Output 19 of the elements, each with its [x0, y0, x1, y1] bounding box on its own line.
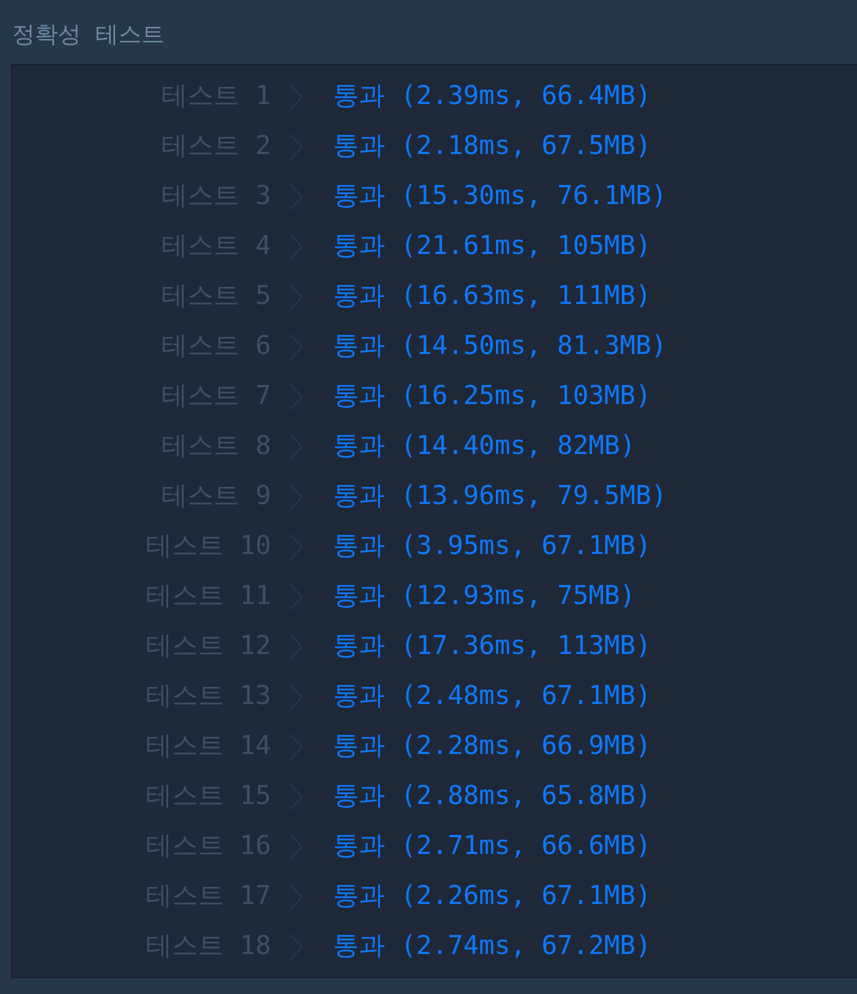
test-result: 통과 (3.95ms, 67.1MB) [333, 530, 652, 564]
test-result: 통과 (2.18ms, 67.5MB) [333, 130, 652, 164]
test-result: 통과 (2.48ms, 67.1MB) [333, 680, 652, 714]
test-result: 통과 (13.96ms, 79.5MB) [333, 480, 667, 514]
test-result: 통과 (17.36ms, 113MB) [333, 630, 652, 664]
test-result: 통과 (12.93ms, 75MB) [333, 580, 636, 614]
test-result: 통과 (2.74ms, 67.2MB) [333, 930, 652, 964]
test-result: 통과 (2.26ms, 67.1MB) [333, 880, 652, 914]
section-title: 정확성 테스트 [11, 21, 166, 50]
test-result: 통과 (14.50ms, 81.3MB) [333, 330, 667, 364]
test-result: 통과 (14.40ms, 82MB) [333, 430, 636, 464]
test-result: 통과 (2.39ms, 66.4MB) [333, 80, 652, 114]
test-result: 통과 (15.30ms, 76.1MB) [333, 180, 667, 214]
test-result: 통과 (21.61ms, 105MB) [333, 230, 652, 264]
test-result: 통과 (2.71ms, 66.6MB) [333, 830, 652, 864]
test-result: 통과 (2.28ms, 66.9MB) [333, 730, 652, 764]
test-result: 통과 (16.25ms, 103MB) [333, 380, 652, 414]
test-result: 통과 (2.88ms, 65.8MB) [333, 780, 652, 814]
test-result: 통과 (16.63ms, 111MB) [333, 280, 652, 314]
